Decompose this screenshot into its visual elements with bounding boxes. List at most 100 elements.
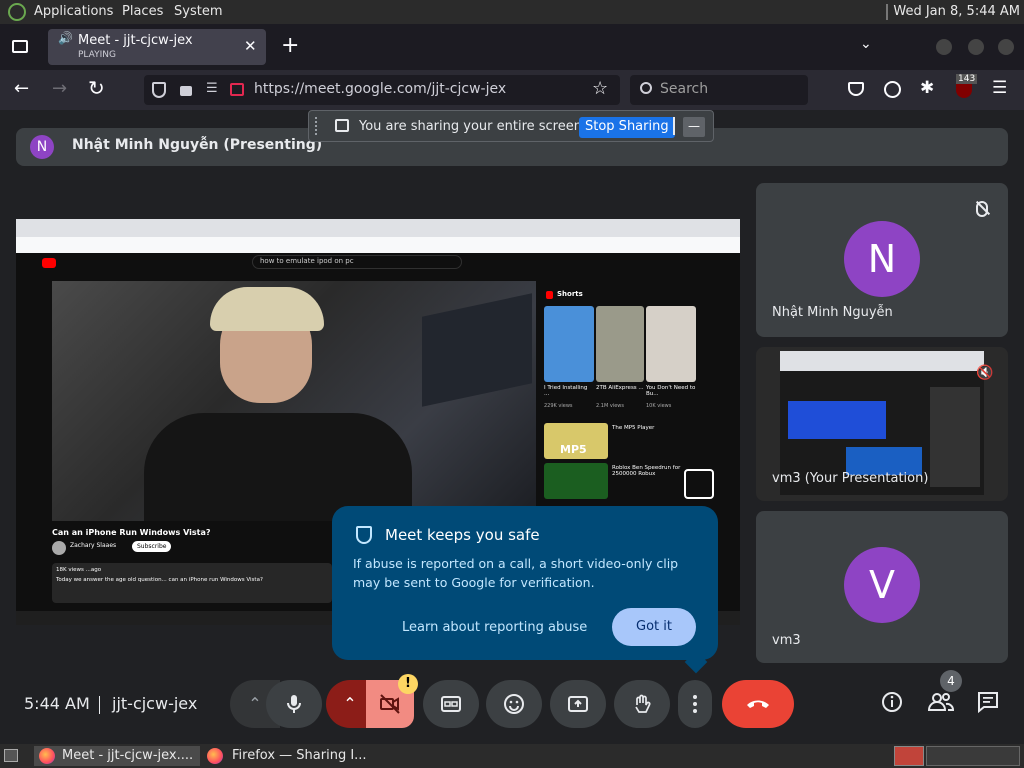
channel-name: Zachary Slaaes [70,542,117,549]
pocket-icon[interactable] [848,82,864,96]
url-bar[interactable]: ☰ https://meet.google.com/jjt-cjcw-jex ☆ [144,75,620,105]
lock-icon[interactable] [180,86,192,96]
account-icon[interactable] [884,81,901,98]
participant-tile-vm3[interactable]: V vm3 [756,511,1008,663]
close-tab-icon[interactable]: ✕ [244,37,257,55]
taskbar-item-label: Firefox — Sharing I... [232,748,367,763]
participant-tile-your-presentation[interactable]: 🔇 vm3 (Your Presentation) [756,347,1008,501]
meeting-controls-bar: 5:44 AM jjt-cjcw-jex ⌃ ⌃ ! 4 [0,670,1024,744]
people-count-badge: 4 [940,670,962,692]
participant-tile-nhat[interactable]: N Nhật Minh Nguyễn [756,183,1008,337]
hamburger-menu-icon[interactable]: ☰ [992,78,1007,98]
short-views-3: 10K views [646,403,672,409]
forward-button[interactable]: → [52,78,67,99]
rec-title-2: Roblox Ben Speedrun for 2500000 Robux [612,465,681,477]
chevron-down-icon[interactable]: ⌄ [860,36,872,52]
inner-browser-tabs [16,219,740,237]
panel-clock[interactable]: Wed Jan 8, 5:44 AM [893,4,1020,19]
tab-meet[interactable]: 🔊 Meet - jjt-cjcw-jex PLAYING ✕ [48,29,266,65]
screen-share-banner: You are sharing your entire screen. Stop… [308,110,714,142]
share-screen-icon [335,119,349,132]
drag-handle[interactable] [315,117,317,135]
end-call-icon [747,700,769,708]
bookmark-star-icon[interactable]: ☆ [592,78,608,99]
raise-hand-button[interactable] [614,680,670,728]
inner-browser-toolbar [16,237,740,253]
got-it-button[interactable]: Got it [612,608,696,646]
chat-icon [978,692,998,714]
info-icon [882,692,902,712]
taskbar-item-meet[interactable]: Meet - jjt-cjcw-jex.... [34,746,200,766]
share-message: You are sharing your entire screen. [359,119,587,134]
workspace-switcher[interactable] [894,746,924,766]
close-window-button[interactable] [998,39,1014,55]
maximize-window-button[interactable] [968,39,984,55]
short-thumb-1 [544,306,594,382]
gnome-foot-icon[interactable] [8,3,26,21]
rec-thumb-2 [544,463,608,499]
present-screen-button[interactable] [550,680,606,728]
short-title-1: I Tried Installing ... [544,385,588,397]
shield-icon[interactable] [152,82,166,98]
thumb-content-blue [788,401,886,439]
back-button[interactable]: ← [14,78,29,99]
tab-title: Meet - jjt-cjcw-jex [78,33,193,48]
popup-tail [684,650,708,674]
rec-thumb-1: MP5 [544,423,608,459]
workspace-switcher-2[interactable] [926,746,1020,766]
captions-icon [441,696,461,712]
applications-menu[interactable]: Applications [34,4,113,19]
captions-button[interactable] [423,680,479,728]
pip-icon [684,469,714,499]
stop-sharing-button[interactable]: Stop Sharing [579,117,675,138]
speaker-icon[interactable]: 🔊 [58,31,73,45]
monitor-shape [422,293,532,407]
reactions-button[interactable] [486,680,542,728]
system-menu[interactable]: System [174,4,222,19]
participant-avatar-n: N [844,221,920,297]
url-text[interactable]: https://meet.google.com/jjt-cjcw-jex [254,81,506,97]
shorts-icon [546,291,553,299]
top-panel: Applications Places System Wed Jan 8, 5:… [0,0,1024,24]
meeting-code[interactable]: jjt-cjcw-jex [112,694,197,713]
chat-button[interactable] [972,686,1004,718]
firefox-icon [207,748,223,764]
meeting-info-button[interactable] [876,686,908,718]
short-title-2: 2TB AliExpress ... [596,385,644,391]
tab-overview-icon[interactable] [12,40,28,53]
permissions-icon[interactable]: ☰ [206,81,218,96]
new-tab-button[interactable]: + [281,33,299,58]
banner-divider [673,117,675,135]
reload-button[interactable]: ↻ [88,76,105,100]
video-description: 18K views ...ago Today we answer the age… [52,563,332,603]
places-menu[interactable]: Places [122,4,163,19]
screen-share-indicator-icon[interactable] [230,83,244,96]
show-desktop-icon[interactable] [4,749,18,762]
meet-safety-popup: Meet keeps you safe If abuse is reported… [332,506,718,674]
present-icon [568,696,588,712]
desc-text: Today we answer the age old question... … [56,577,263,583]
sound-off-icon: 🔇 [976,365,994,381]
participant-avatar-v: V [844,547,920,623]
leave-call-button[interactable] [722,680,794,728]
short-thumb-3 [646,306,696,382]
participant-name: vm3 [772,633,801,648]
meet-page: N Nhật Minh Nguyễn (Presenting) You are … [0,110,1024,744]
search-box[interactable]: Search [630,75,808,105]
presenter-avatar: N [30,135,54,159]
microphone-icon [287,695,301,713]
hide-banner-button[interactable]: — [683,117,705,137]
minimize-window-button[interactable] [936,39,952,55]
learn-abuse-link[interactable]: Learn about reporting abuse [402,620,587,635]
video-title: Can an iPhone Run Windows Vista? [52,528,211,537]
short-title-3: You Don't Need to Bu... [646,385,696,397]
ublock-badge: 143 [956,74,978,84]
person-cap [210,287,324,331]
popup-body: If abuse is reported on a call, a short … [353,556,679,590]
shorts-heading: Shorts [557,290,583,298]
extensions-icon[interactable]: ✱ [920,78,934,98]
channel-avatar [52,541,66,555]
microphone-button[interactable] [266,680,322,728]
more-options-button[interactable] [678,680,712,728]
taskbar-item-firefox-sharing[interactable]: Firefox — Sharing I... [204,746,374,766]
